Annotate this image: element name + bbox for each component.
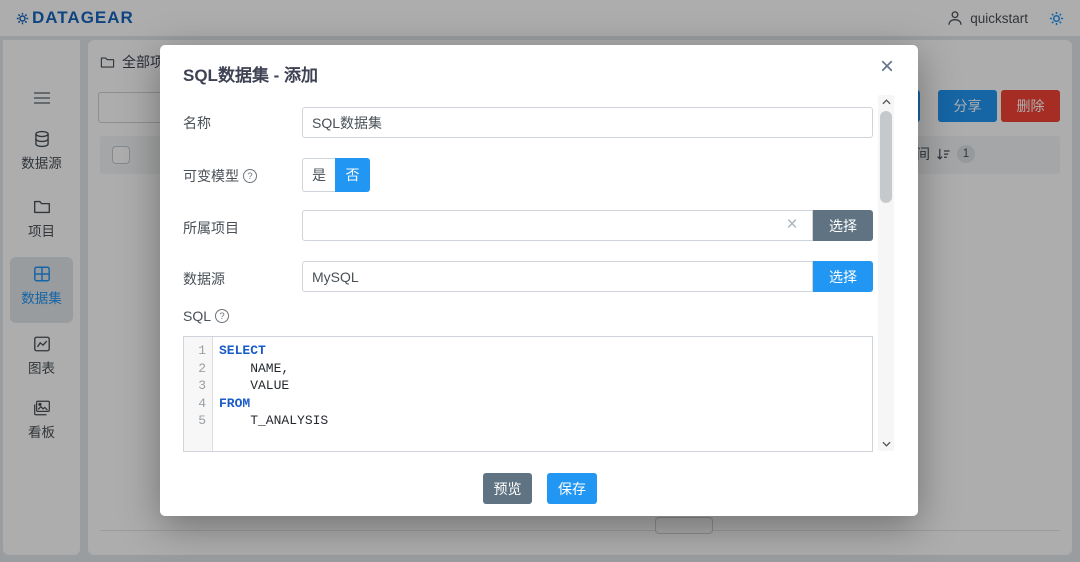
- code-line: NAME,: [219, 360, 872, 378]
- line-number: 2: [184, 360, 206, 378]
- code-line: SELECT: [219, 342, 872, 360]
- name-input[interactable]: [302, 107, 873, 138]
- preview-button[interactable]: 预览: [483, 473, 532, 504]
- dialog-scrollbar[interactable]: [878, 95, 894, 451]
- line-number: 1: [184, 342, 206, 360]
- datasource-input[interactable]: [302, 261, 813, 292]
- project-input[interactable]: [302, 210, 813, 241]
- mutable-model-toggle: 是 否: [302, 158, 370, 192]
- scroll-up-icon[interactable]: [878, 95, 894, 109]
- datasource-field-label: 数据源: [183, 269, 225, 289]
- toggle-no-button[interactable]: 否: [335, 158, 370, 192]
- line-number: 4: [184, 395, 206, 413]
- sql-field-label: SQL ?: [183, 308, 229, 324]
- toggle-yes-button[interactable]: 是: [302, 158, 335, 192]
- help-icon[interactable]: ?: [243, 169, 257, 183]
- dialog-title: SQL数据集 - 添加: [183, 61, 318, 86]
- help-icon[interactable]: ?: [215, 309, 229, 323]
- scrollbar-thumb[interactable]: [880, 111, 892, 203]
- line-number: 3: [184, 377, 206, 395]
- app-screen: DATAGEAR quickstart: [0, 0, 1080, 562]
- mutable-model-label: 可变模型 ?: [183, 166, 257, 186]
- code-line: VALUE: [219, 377, 872, 395]
- name-field-label: 名称: [183, 113, 211, 133]
- save-button[interactable]: 保存: [547, 473, 597, 504]
- clear-icon[interactable]: ×: [782, 215, 802, 235]
- scroll-down-icon[interactable]: [878, 437, 894, 451]
- sql-code: SELECT NAME, VALUEFROM T_ANALYSIS: [213, 337, 872, 451]
- close-icon[interactable]: ×: [880, 55, 894, 79]
- sql-code-editor[interactable]: 12345 SELECT NAME, VALUEFROM T_ANALYSIS: [183, 336, 873, 452]
- code-line: T_ANALYSIS: [219, 412, 872, 430]
- datasource-select-button[interactable]: 选择: [813, 261, 873, 292]
- sql-dataset-add-dialog: SQL数据集 - 添加 × 名称 可变模型 ? 是 否 所属项目 × 选择 数据…: [160, 45, 918, 516]
- sql-gutter: 12345: [184, 337, 213, 451]
- project-field-label: 所属项目: [183, 218, 239, 238]
- line-number: 5: [184, 412, 206, 430]
- project-select-button[interactable]: 选择: [813, 210, 873, 241]
- code-line: FROM: [219, 395, 872, 413]
